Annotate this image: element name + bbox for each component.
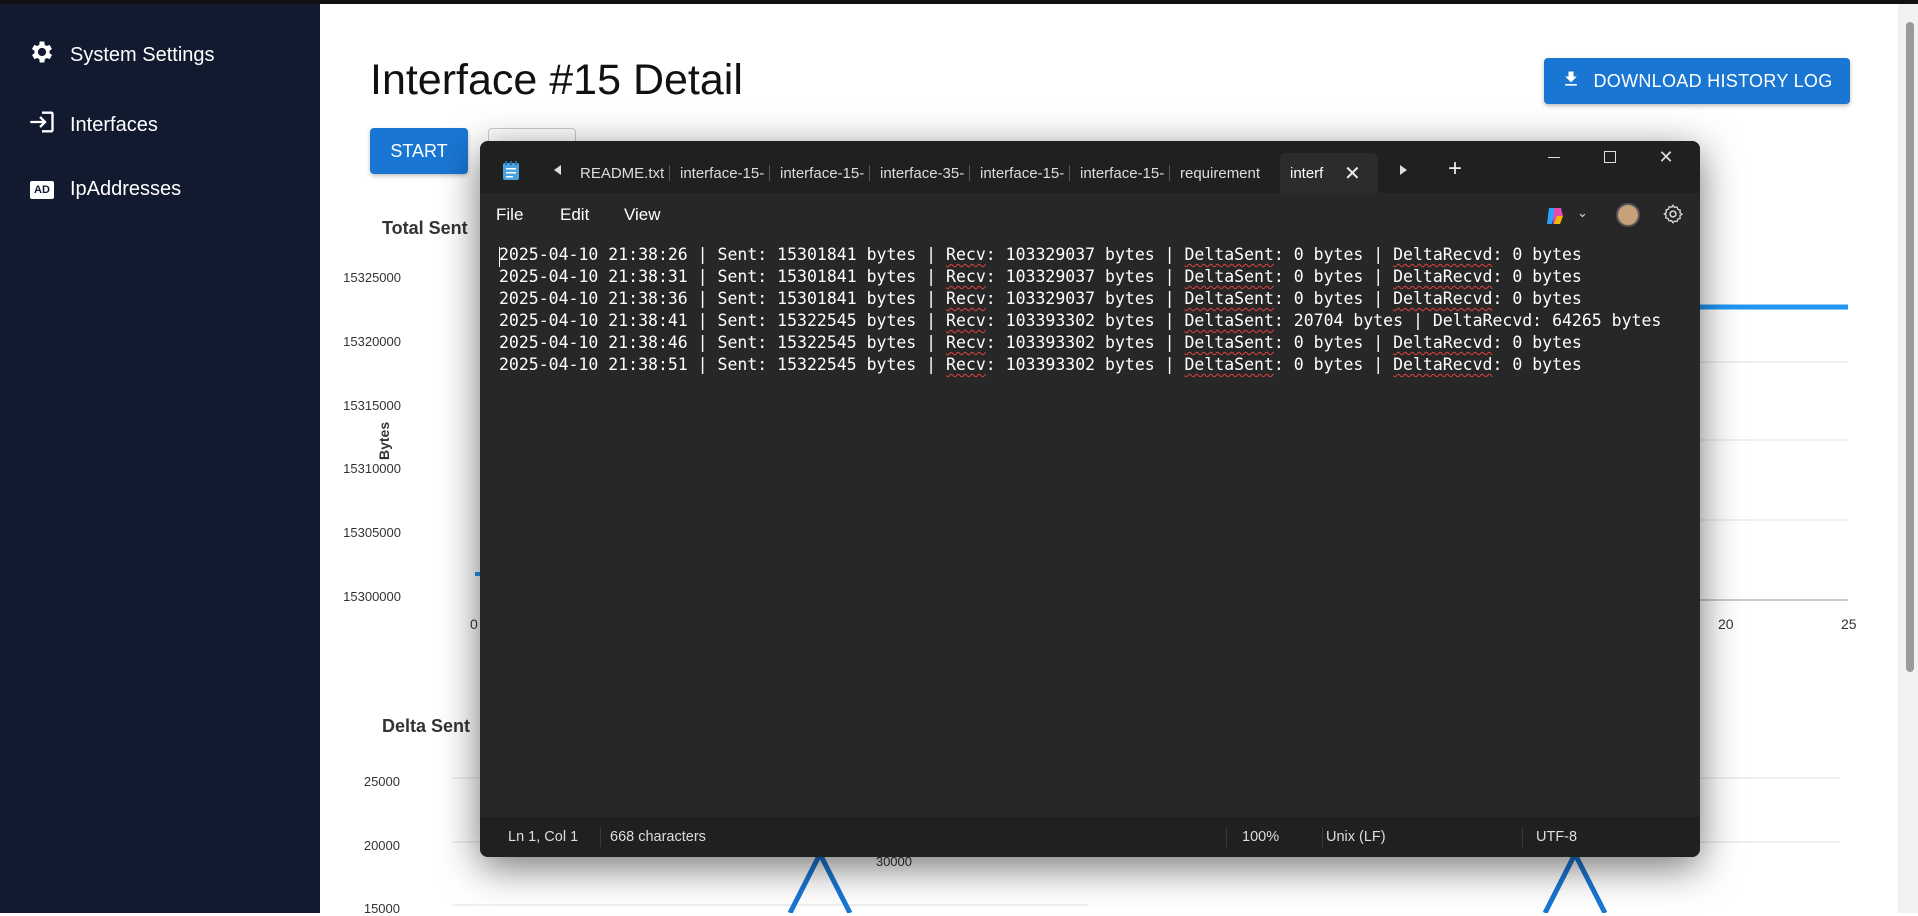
menu-bar: File Edit View ⌄	[480, 193, 1700, 237]
menu-edit[interactable]: Edit	[560, 205, 589, 225]
tab-label: requirement	[1180, 164, 1261, 182]
log-line: 2025-04-10 21:38:36 | Sent: 15301841 byt…	[499, 289, 1582, 308]
close-window-button[interactable]: ✕	[1638, 141, 1694, 173]
tab-readme[interactable]: README.txt	[570, 153, 670, 193]
sidebar: System Settings Interfaces AD IpAddresse…	[0, 4, 320, 913]
tab-label: interface-15-	[1080, 164, 1165, 182]
encoding[interactable]: UTF-8	[1536, 829, 1577, 845]
tab-label: interface-35-	[880, 164, 965, 182]
maximize-icon	[1604, 151, 1616, 163]
character-count: 668 characters	[610, 829, 706, 845]
tab-active[interactable]: interf ✕	[1280, 153, 1378, 193]
maximize-button[interactable]	[1582, 141, 1638, 173]
ad-icon: AD	[30, 180, 54, 199]
minimize-icon	[1548, 156, 1560, 158]
chevron-down-icon[interactable]: ⌄	[1577, 205, 1588, 221]
tab-label: interface-15-	[780, 164, 865, 182]
gear-icon	[28, 38, 56, 72]
tab-label: README.txt	[580, 164, 665, 182]
log-line: 2025-04-10 21:38:31 | Sent: 15301841 byt…	[499, 267, 1582, 286]
title-bar: README.txt interface-15- interface-15- i…	[480, 141, 1700, 193]
log-line: 2025-04-10 21:38:51 | Sent: 15322545 byt…	[499, 355, 1582, 374]
tab-file[interactable]: interface-35-	[870, 153, 970, 193]
tab-file[interactable]: interface-15-	[970, 153, 1070, 193]
line-ending[interactable]: Unix (LF)	[1326, 829, 1386, 845]
log-line: 2025-04-10 21:38:41 | Sent: 15322545 byt…	[499, 311, 1662, 330]
sidebar-item-label: System Settings	[70, 43, 215, 66]
y-tick: 15000	[363, 901, 400, 916]
zoom-level[interactable]: 100%	[1242, 829, 1279, 845]
log-line: 2025-04-10 21:38:46 | Sent: 15322545 byt…	[499, 333, 1582, 352]
y-tick: 20000	[363, 838, 400, 853]
close-tab-icon[interactable]: ✕	[1344, 161, 1361, 186]
login-icon	[28, 108, 56, 142]
status-bar: Ln 1, Col 1 668 characters 100% Unix (LF…	[480, 817, 1700, 857]
y-tick: 25000	[363, 774, 400, 789]
chart-title: Delta Sent	[382, 716, 471, 736]
delta-series-line-2	[1542, 848, 1608, 913]
tab-file[interactable]: interface-15-	[670, 153, 770, 193]
notepad-app-icon	[502, 161, 520, 186]
text-editor[interactable]: 2025-04-10 21:38:26 | Sent: 15301841 byt…	[480, 237, 1700, 817]
tab-label: interf	[1290, 164, 1324, 182]
tab-file[interactable]: interface-15-	[1070, 153, 1170, 193]
sidebar-item-system-settings[interactable]: System Settings	[28, 38, 215, 72]
sidebar-item-label: IpAddresses	[70, 178, 182, 200]
new-tab-icon[interactable]: +	[1448, 155, 1462, 183]
close-icon: ✕	[1658, 146, 1674, 167]
scroll-tabs-right-icon[interactable]	[1400, 165, 1407, 175]
tab-label: interface-15-	[980, 164, 1065, 182]
settings-gear-icon[interactable]	[1662, 203, 1684, 230]
sidebar-item-label: Interfaces	[70, 113, 158, 136]
scrollbar-thumb[interactable]	[1906, 22, 1914, 672]
log-line: 2025-04-10 21:38:26 | Sent: 15301841 byt…	[499, 245, 1582, 264]
minimize-button[interactable]	[1526, 141, 1582, 173]
tab-label: interface-15-	[680, 164, 765, 182]
avatar[interactable]	[1616, 203, 1640, 227]
sidebar-item-ipaddresses[interactable]: AD IpAddresses	[28, 178, 181, 201]
menu-file[interactable]: File	[496, 205, 523, 225]
copilot-icon[interactable]	[1544, 206, 1566, 231]
menu-view[interactable]: View	[624, 205, 661, 225]
scroll-tabs-left-icon[interactable]	[554, 165, 561, 175]
notepad-window: README.txt interface-15- interface-15- i…	[480, 141, 1700, 857]
tab-file[interactable]: requirement	[1170, 153, 1270, 193]
tab-file[interactable]: interface-15-	[770, 153, 870, 193]
cursor-position: Ln 1, Col 1	[508, 829, 579, 845]
sidebar-item-interfaces[interactable]: Interfaces	[28, 108, 158, 142]
